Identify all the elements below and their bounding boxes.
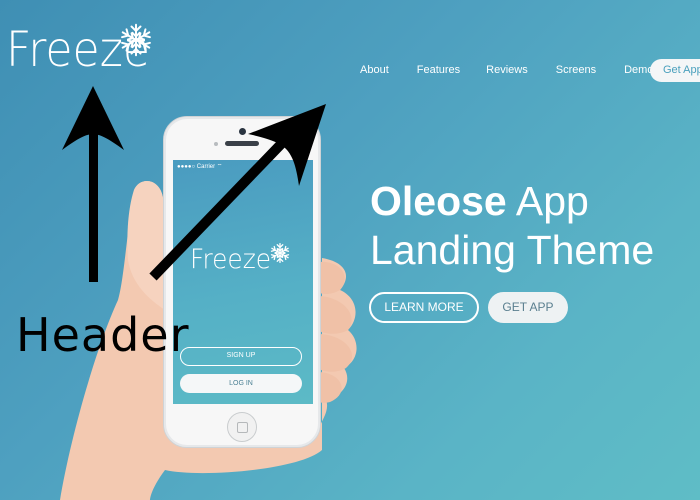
- phone-login-button: LOG IN: [180, 374, 302, 393]
- hero-title-bold: Oleose: [370, 178, 507, 224]
- phone-snowflake-icon: [269, 242, 291, 264]
- get-app-button[interactable]: GET APP: [488, 292, 568, 323]
- phone-camera: [239, 128, 246, 135]
- annotation-label: Header: [16, 308, 190, 362]
- phone-mockup: ●●●●○ Carrier ⌔ Freeze: [163, 116, 321, 448]
- hero-title-line2: Landing Theme: [370, 227, 655, 273]
- phone-home-button: [227, 412, 257, 442]
- learn-more-button[interactable]: LEARN MORE: [369, 292, 479, 323]
- phone-signup-button: SIGN UP: [180, 347, 302, 366]
- phone-status-bar: ●●●●○ Carrier ⌔: [177, 164, 223, 170]
- main-nav: About Features Reviews Screens Demo: [360, 64, 681, 76]
- nav-get-app-button[interactable]: Get App: [650, 59, 700, 82]
- nav-about[interactable]: About: [360, 64, 389, 76]
- phone-speaker: [225, 141, 259, 146]
- nav-reviews[interactable]: Reviews: [486, 64, 528, 76]
- phone-app-logo: Freeze: [190, 244, 272, 275]
- snowflake-icon: [119, 23, 153, 57]
- hero-title-rest: App: [506, 178, 589, 224]
- phone-sensor: [214, 142, 218, 146]
- nav-features[interactable]: Features: [417, 64, 460, 76]
- phone-screen: ●●●●○ Carrier ⌔ Freeze: [173, 160, 313, 404]
- hero-title: Oleose App Landing Theme: [370, 178, 654, 276]
- nav-screens[interactable]: Screens: [556, 64, 596, 76]
